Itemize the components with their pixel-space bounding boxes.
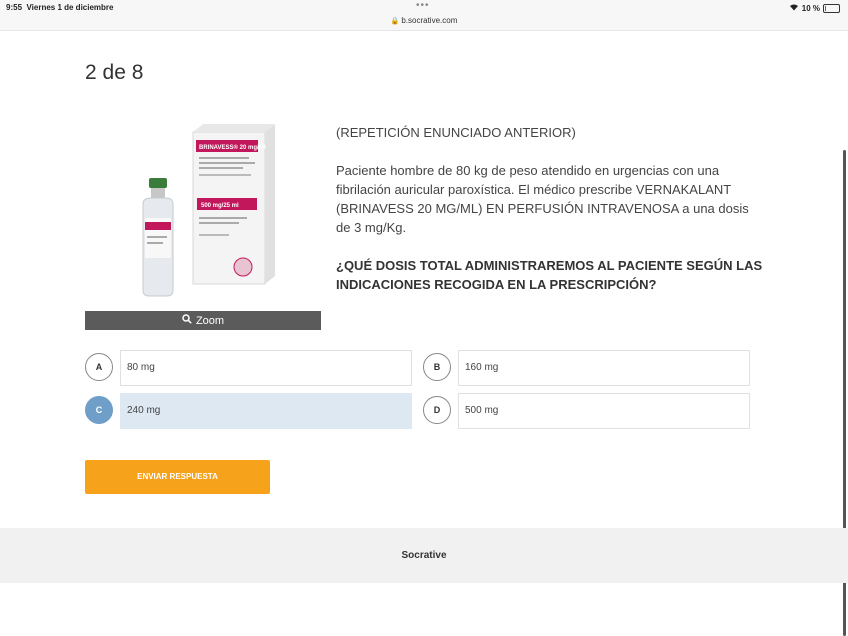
footer-brand: Socrative xyxy=(401,550,447,561)
option-letter[interactable]: A xyxy=(85,353,113,381)
battery-icon xyxy=(823,3,840,13)
wifi-icon xyxy=(789,3,799,13)
submit-answer-button[interactable]: ENVIAR RESPUESTA xyxy=(85,460,270,494)
lock-icon: 🔒 xyxy=(390,18,400,25)
clock-text: 9:55 xyxy=(6,3,23,12)
question-prompt: ¿QUÉ DOSIS TOTAL ADMINISTRAREMOS AL PACI… xyxy=(336,258,763,292)
url-text: b.socrative.com xyxy=(401,16,458,25)
option-letter[interactable]: D xyxy=(423,396,451,424)
option-text[interactable]: 240 mg xyxy=(120,393,412,429)
footer: Socrative xyxy=(0,528,848,583)
date-text: Viernes 1 de diciembre xyxy=(26,3,114,12)
question-counter: 2 de 8 xyxy=(85,61,144,84)
status-bar: 9:55 Viernes 1 de diciembre ••• 🔒 b.socra… xyxy=(0,0,848,31)
question-case-text: Paciente hombre de 80 kg de peso atendid… xyxy=(336,163,749,235)
zoom-button[interactable]: Zoom xyxy=(85,311,321,330)
question-repeat-note: (REPETICIÓN ENUNCIADO ANTERIOR) xyxy=(336,125,576,140)
option-text[interactable]: 80 mg xyxy=(120,350,412,386)
svg-text:BRINAVESS® 20 mg/ml: BRINAVESS® 20 mg/ml xyxy=(199,144,266,151)
status-time: 9:55 Viernes 1 de diciembre xyxy=(6,3,113,12)
question-image[interactable]: BRINAVESS® 20 mg/ml 500 mg/25 ml xyxy=(85,112,321,310)
zoom-label: Zoom xyxy=(195,315,225,327)
svg-text:500 mg/25 ml: 500 mg/25 ml xyxy=(201,203,239,209)
option-letter[interactable]: C xyxy=(85,396,113,424)
status-indicators: 10 % xyxy=(789,3,840,13)
option-text[interactable]: 160 mg xyxy=(458,350,750,386)
address-bar[interactable]: 🔒 b.socrative.com xyxy=(0,16,848,25)
tab-dots-icon[interactable]: ••• xyxy=(416,1,430,11)
battery-text: 10 % xyxy=(801,3,820,13)
option-letter[interactable]: B xyxy=(423,353,451,381)
magnifier-icon xyxy=(182,311,192,330)
option-text[interactable]: 500 mg xyxy=(458,393,750,429)
